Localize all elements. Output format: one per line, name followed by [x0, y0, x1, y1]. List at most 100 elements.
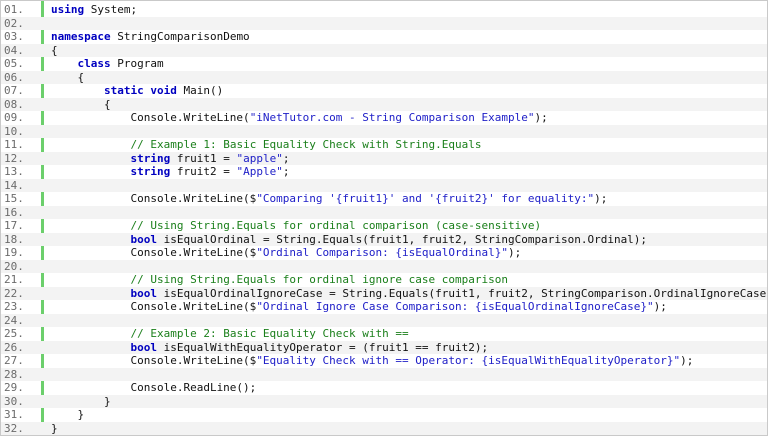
code-text: string fruit2 = "Apple";: [51, 165, 289, 179]
line-number: 15.: [4, 192, 24, 205]
keyword-token: bool: [130, 232, 157, 246]
code-line: 10.: [1, 124, 767, 138]
code-line: 11. // Example 1: Basic Equality Check w…: [1, 138, 767, 152]
code-text: {: [51, 44, 58, 58]
code-text: Console.ReadLine();: [51, 381, 256, 395]
code-text: {: [51, 98, 111, 112]
code-listing: 01. using System; 02. 03. namespace StringCo…: [0, 0, 768, 436]
code-line: 04. {: [1, 43, 767, 58]
code-line: 19. Console.WriteLine($"Ordinal Comparis…: [1, 246, 767, 260]
line-number: 02.: [4, 16, 24, 30]
keyword-token: void: [150, 84, 177, 97]
code-line: 26. bool isEqualWithEqualityOperator = (…: [1, 340, 767, 355]
line-number: 18.: [4, 232, 24, 246]
code-token: Console.WriteLine($: [51, 192, 257, 205]
code-text: bool isEqualWithEqualityOperator = (frui…: [51, 341, 488, 355]
code-token: isEqualOrdinal = String.Equals(fruit1, f…: [156, 232, 648, 246]
code-line: 07. static void Main(): [1, 84, 767, 98]
code-token: fruit1 =: [170, 151, 237, 165]
line-number: 03.: [4, 30, 24, 43]
code-text: Console.WriteLine("iNetTutor.com - Strin…: [51, 111, 548, 125]
code-line: 27. Console.WriteLine($"Equality Check w…: [1, 354, 767, 368]
code-text: {: [51, 71, 84, 85]
keyword-token: class: [77, 57, 111, 70]
code-token: {: [51, 97, 111, 111]
code-line: 02.: [1, 16, 767, 30]
code-line: 24.: [1, 313, 767, 327]
code-token: );: [507, 246, 522, 259]
code-text: Console.WriteLine($"Ordinal Comparison: …: [51, 246, 521, 260]
code-line: 14.: [1, 178, 767, 192]
code-line: 21. // Using String.Equals for ordinal i…: [1, 273, 767, 287]
string-token: "Equality Check with == Operator: {isEqu…: [256, 354, 681, 367]
code-token: Console.WriteLine(: [51, 111, 250, 124]
code-line: 22. bool isEqualOrdinalIgnoreCase = Stri…: [1, 286, 768, 300]
code-text: namespace StringComparisonDemo: [51, 30, 250, 44]
code-line: 12. string fruit1 = "apple";: [1, 151, 767, 165]
string-token: "Ordinal Comparison: {isEqualOrdinal}": [256, 246, 508, 259]
keyword-token: bool: [130, 340, 157, 354]
line-number: 29.: [4, 381, 24, 394]
line-number: 19.: [4, 246, 24, 259]
string-token: "Comparing '{fruit1}' and '{fruit2}' for…: [256, 192, 595, 205]
code-token: isEqualWithEqualityOperator = (fruit1 ==…: [156, 340, 489, 354]
code-text: // Using String.Equals for ordinal compa…: [51, 219, 541, 233]
keyword-token: namespace: [51, 30, 111, 43]
code-line: 09. Console.WriteLine("iNetTutor.com - S…: [1, 111, 767, 125]
line-number: 26.: [4, 340, 24, 354]
string-token: "apple": [236, 151, 283, 165]
code-line: 28.: [1, 367, 767, 381]
code-line: 16.: [1, 205, 767, 219]
code-token: ;: [282, 151, 290, 165]
code-text: Console.WriteLine($"Comparing '{fruit1}'…: [51, 192, 607, 206]
code-token: {: [51, 70, 85, 84]
line-number: 06.: [4, 70, 24, 84]
code-token: );: [534, 111, 548, 124]
line-number: 10.: [4, 124, 24, 138]
keyword-token: bool: [130, 286, 157, 300]
line-number: 07.: [4, 84, 24, 97]
code-line: 08. {: [1, 97, 767, 112]
line-number: 22.: [4, 286, 24, 300]
line-number: 23.: [4, 300, 24, 313]
code-line: 23. Console.WriteLine($"Ordinal Ignore C…: [1, 300, 767, 314]
code-token: );: [680, 354, 694, 367]
code-token: Program: [110, 57, 164, 70]
code-text: }: [51, 408, 84, 422]
code-token: {: [51, 43, 58, 57]
code-token: System;: [84, 3, 138, 16]
keyword-token: static: [103, 84, 144, 97]
comment-token: // Example 2: Basic Equality Check with …: [130, 327, 409, 340]
line-number: 08.: [4, 97, 24, 111]
code-token: StringComparisonDemo: [110, 30, 250, 43]
string-token: "iNetTutor.com - String Comparison Examp…: [249, 111, 535, 124]
code-text: }: [51, 395, 111, 409]
code-token: }: [51, 408, 85, 421]
line-number: 30.: [4, 394, 24, 408]
code-text: bool isEqualOrdinal = String.Equals(frui…: [51, 233, 647, 247]
keyword-token: using: [51, 3, 85, 16]
code-line: 13. string fruit2 = "Apple";: [1, 165, 767, 179]
code-token: Main(): [176, 84, 224, 97]
code-token: isEqualOrdinalIgnoreCase = String.Equals…: [156, 286, 768, 300]
code-line: 32.}: [1, 421, 767, 436]
code-line: 05. class Program: [1, 57, 767, 71]
line-number: 01.: [4, 3, 24, 16]
line-number: 25.: [4, 327, 24, 340]
code-text: }: [51, 422, 58, 436]
code-line: 03. namespace StringComparisonDemo: [1, 30, 767, 44]
code-line: 15. Console.WriteLine($"Comparing '{frui…: [1, 192, 767, 206]
code-token: Console.ReadLine();: [51, 381, 257, 394]
line-number: 20.: [4, 259, 24, 273]
code-line: 25. // Example 2: Basic Equality Check w…: [1, 327, 767, 341]
